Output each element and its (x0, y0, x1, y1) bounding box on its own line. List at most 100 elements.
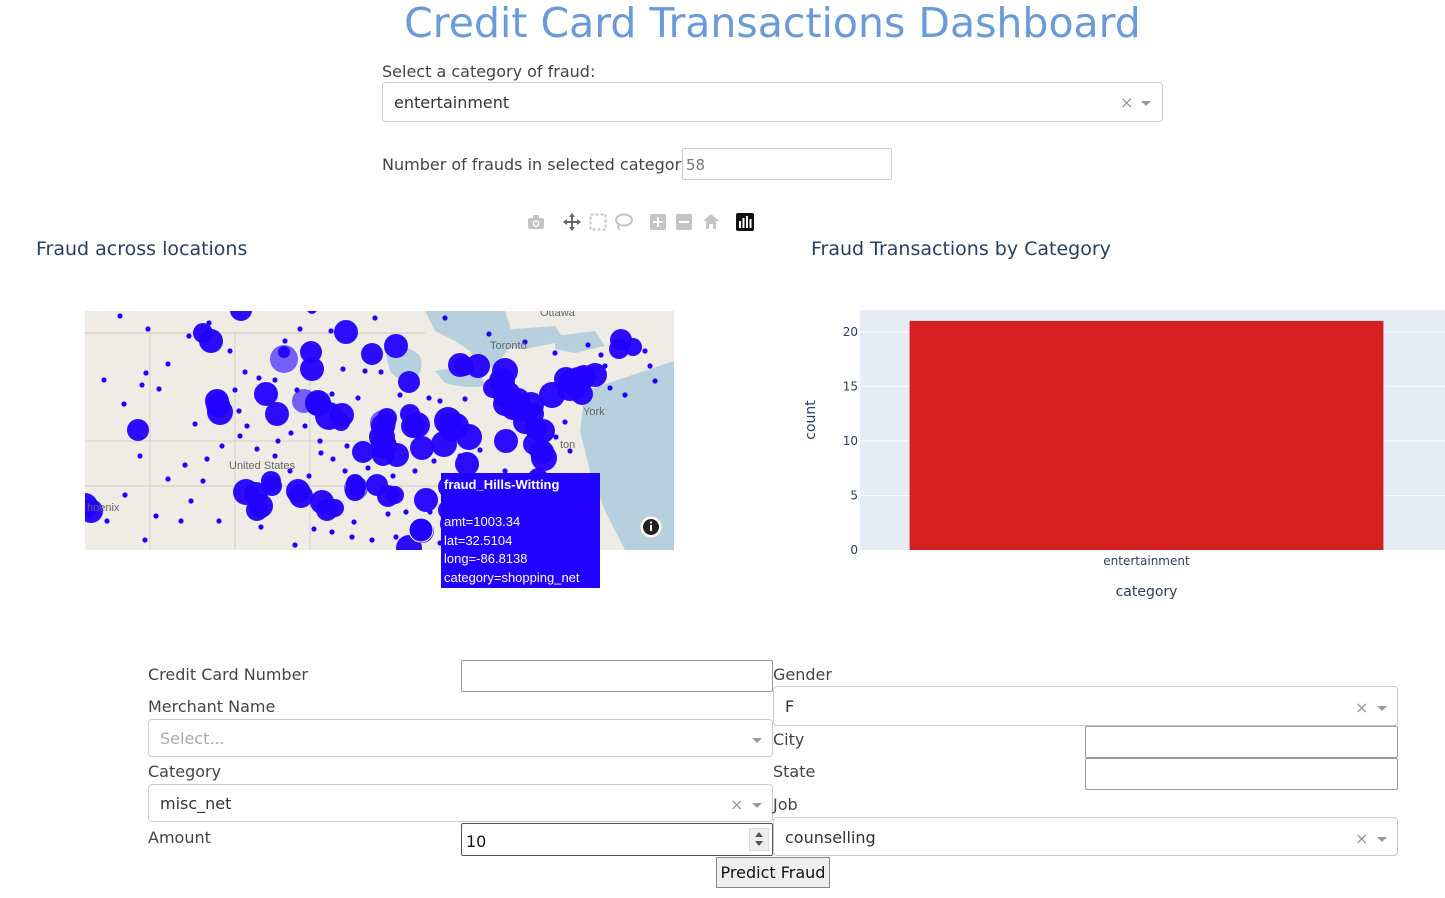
category-select-dropdown[interactable]: entertainment × (382, 82, 1163, 122)
fraud-marker[interactable] (647, 363, 653, 369)
fraud-marker[interactable] (216, 518, 222, 524)
lasso-icon[interactable] (614, 213, 634, 231)
fraud-marker[interactable] (292, 389, 316, 413)
fraud-marker[interactable] (372, 315, 378, 321)
fraud-marker[interactable] (188, 498, 194, 504)
fraud-marker[interactable] (378, 369, 384, 375)
fraud-marker[interactable] (300, 357, 324, 381)
fraud-marker[interactable] (145, 326, 151, 332)
fraud-marker[interactable] (602, 363, 608, 369)
fraud-marker[interactable] (557, 375, 583, 401)
zoom-out-icon[interactable] (676, 214, 692, 230)
fraud-marker[interactable] (457, 453, 463, 459)
fraud-marker[interactable] (390, 473, 396, 479)
amount-stepper[interactable] (749, 828, 769, 851)
fraud-marker[interactable] (361, 343, 383, 365)
fraud-marker[interactable] (403, 509, 409, 515)
chevron-down-icon[interactable] (1377, 837, 1387, 842)
fraud-marker[interactable] (256, 375, 262, 381)
fraud-marker[interactable] (318, 450, 324, 456)
fraud-marker[interactable] (462, 396, 468, 402)
fraud-marker[interactable] (182, 462, 188, 468)
fraud-marker[interactable] (329, 391, 335, 397)
fraud-marker[interactable] (137, 453, 143, 459)
fraud-marker[interactable] (262, 476, 282, 496)
fraud-marker[interactable] (192, 421, 198, 427)
fraud-marker[interactable] (513, 410, 537, 434)
fraud-marker[interactable] (397, 392, 403, 398)
fraud-marker[interactable] (385, 443, 409, 467)
fraud-marker[interactable] (289, 484, 313, 508)
home-icon[interactable] (702, 213, 720, 230)
fraud-marker[interactable] (186, 333, 192, 339)
fraud-marker[interactable] (306, 473, 312, 479)
fraud-marker[interactable] (393, 534, 399, 540)
fraud-marker[interactable] (598, 352, 604, 358)
fraud-marker[interactable] (326, 499, 344, 517)
fraud-marker[interactable] (553, 434, 559, 440)
fraud-marker[interactable] (282, 338, 288, 344)
bar[interactable] (909, 320, 1384, 550)
fraud-marker[interactable] (139, 382, 145, 388)
fraud-marker[interactable] (401, 414, 425, 438)
city-input[interactable] (1085, 726, 1398, 758)
fraud-marker[interactable] (127, 419, 149, 441)
fraud-marker[interactable] (199, 329, 223, 353)
fraud-marker[interactable] (265, 402, 289, 426)
merchant-dropdown[interactable]: Select... (148, 719, 773, 757)
cc-number-input[interactable] (461, 660, 773, 692)
fraud-marker[interactable] (456, 424, 482, 450)
fraud-marker[interactable] (506, 388, 530, 412)
fraud-marker[interactable] (275, 438, 281, 444)
fraud-marker[interactable] (562, 419, 568, 425)
hovered-fraud-marker[interactable] (408, 517, 434, 543)
fraud-marker[interactable] (302, 423, 308, 429)
info-icon[interactable] (639, 515, 663, 539)
fraud-marker[interactable] (328, 328, 334, 334)
fraud-marker[interactable] (104, 518, 110, 524)
fraud-marker[interactable] (117, 313, 123, 319)
fraud-marker[interactable] (332, 413, 350, 431)
fraud-marker[interactable] (178, 518, 184, 524)
camera-icon[interactable] (527, 214, 545, 230)
fraud-marker[interactable] (427, 509, 433, 515)
fraud-marker[interactable] (523, 433, 545, 455)
fraud-marker[interactable] (242, 369, 248, 375)
fraud-marker[interactable] (258, 524, 264, 530)
fraud-marker[interactable] (249, 494, 273, 518)
fraud-marker[interactable] (121, 401, 127, 407)
fraud-marker[interactable] (122, 492, 128, 498)
fraud-marker[interactable] (232, 387, 238, 393)
chevron-down-icon[interactable] (752, 738, 762, 743)
fraud-marker[interactable] (254, 446, 260, 452)
fraud-marker[interactable] (288, 430, 294, 436)
fraud-marker[interactable] (385, 511, 391, 517)
fraud-marker[interactable] (143, 370, 149, 376)
fraud-marker[interactable] (317, 438, 323, 444)
fraud-marker[interactable] (219, 443, 225, 449)
fraud-marker[interactable] (101, 377, 107, 383)
fraud-marker[interactable] (165, 476, 171, 482)
chevron-down-icon[interactable] (752, 803, 762, 808)
fraud-marker[interactable] (477, 447, 483, 453)
fraud-marker[interactable] (342, 468, 348, 474)
fraud-marker[interactable] (206, 320, 212, 326)
fraud-marker[interactable] (272, 453, 278, 459)
fraud-marker[interactable] (344, 476, 368, 500)
fraud-marker[interactable] (369, 537, 375, 543)
job-dropdown[interactable]: counselling × (773, 817, 1398, 856)
fraud-marker[interactable] (340, 366, 346, 372)
fraud-marker[interactable] (165, 361, 171, 367)
fraud-marker[interactable] (200, 478, 206, 484)
fraud-marker[interactable] (349, 534, 355, 540)
fraud-marker[interactable] (622, 392, 628, 398)
fraud-marker[interactable] (607, 385, 613, 391)
fraud-marker[interactable] (414, 488, 438, 512)
clear-icon[interactable]: × (1355, 698, 1368, 717)
clear-icon[interactable]: × (1120, 93, 1133, 112)
fraud-marker[interactable] (552, 350, 558, 356)
chevron-down-icon[interactable] (1141, 101, 1151, 106)
fraud-marker[interactable] (156, 386, 162, 392)
predict-fraud-button[interactable]: Predict Fraud (716, 857, 830, 888)
plotly-logo-icon[interactable] (736, 213, 754, 231)
